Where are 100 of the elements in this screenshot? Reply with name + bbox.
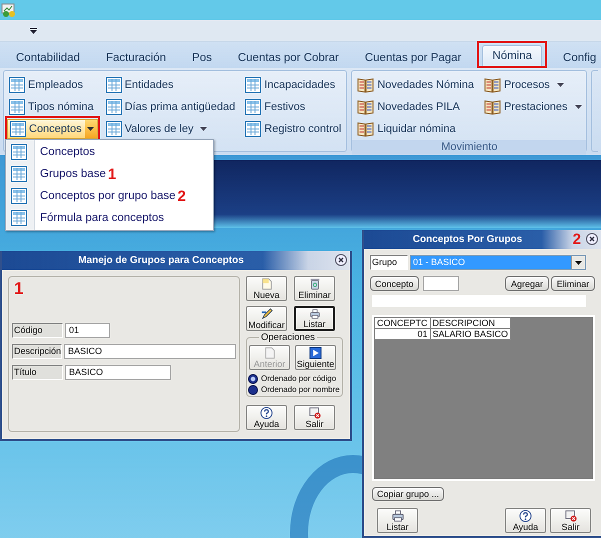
- ribbon-tab[interactable]: Facturación: [100, 47, 172, 68]
- table-icon: [11, 144, 27, 160]
- annotation-number: 2: [178, 188, 186, 204]
- dialog-button[interactable]: Ayuda: [246, 405, 287, 430]
- text-field[interactable]: 01: [65, 323, 110, 338]
- ribbon-button[interactable]: Procesos: [482, 76, 566, 94]
- printer-icon: [390, 510, 404, 522]
- field-label: Título: [12, 365, 63, 380]
- toolbar-button[interactable]: Modificar: [246, 306, 287, 331]
- annotation-number: 2: [572, 232, 581, 247]
- ribbon-tab[interactable]: Config: [558, 47, 601, 68]
- table-icon: [106, 121, 122, 137]
- ribbon-button[interactable]: Conceptos: [7, 119, 98, 139]
- ribbon-tab[interactable]: Nómina: [482, 45, 542, 66]
- radio-button[interactable]: [248, 384, 258, 394]
- book-icon: [484, 99, 501, 115]
- ribbon-tab[interactable]: Cuentas por Pagar: [360, 47, 466, 68]
- ribbon-button[interactable]: Novedades Nómina: [355, 76, 476, 94]
- field-label: Descripción: [12, 344, 62, 359]
- group-label: Movimiento: [352, 140, 586, 155]
- book-icon: [357, 121, 374, 137]
- ribbon-button[interactable]: Empleados: [7, 76, 86, 94]
- menu-item[interactable]: Conceptos: [6, 141, 213, 163]
- ribbon-button[interactable]: Días prima antigüedad: [104, 98, 238, 116]
- menu-item[interactable]: Grupos base 1: [6, 163, 213, 185]
- app-icon: [1, 3, 17, 17]
- column-header[interactable]: DESCRIPCION: [430, 318, 511, 328]
- copy-group-button[interactable]: Copiar grupo ...: [372, 487, 444, 501]
- ribbon-button[interactable]: Tipos nómina: [7, 98, 96, 116]
- concept-field[interactable]: [422, 276, 459, 291]
- ribbon-tab[interactable]: Cuentas por Cobrar: [232, 47, 344, 68]
- ribbon-button[interactable]: Incapacidades: [243, 76, 338, 94]
- help-icon: [260, 407, 273, 419]
- trash-icon: [308, 278, 320, 290]
- dialog-button[interactable]: Salir: [550, 508, 591, 533]
- page-icon: [264, 347, 276, 359]
- radio-option[interactable]: Ordenado por nombre: [248, 384, 340, 395]
- exit-icon: [308, 407, 322, 419]
- ribbon-button[interactable]: Liquidar nómina: [355, 120, 458, 138]
- concept-button[interactable]: Concepto: [370, 276, 419, 291]
- book-icon: [357, 99, 374, 115]
- column-header[interactable]: CONCEPTC: [374, 318, 430, 328]
- text-field[interactable]: BASICO: [65, 365, 171, 380]
- table-icon: [106, 77, 122, 93]
- ribbon-button[interactable]: Entidades: [104, 76, 176, 94]
- toolbar-button[interactable]: Nueva: [246, 276, 287, 301]
- table-cell: SALARIO BASICO: [430, 328, 511, 340]
- table-cell: 01: [374, 328, 430, 340]
- table-icon: [245, 77, 262, 93]
- table-icon: [11, 188, 27, 204]
- window-title: Manejo de Grupos para Conceptos: [78, 255, 244, 266]
- dialog-button[interactable]: Ayuda: [505, 508, 546, 533]
- action-button[interactable]: Eliminar: [551, 276, 595, 291]
- radio-button[interactable]: [248, 374, 258, 384]
- ribbon-button[interactable]: Registro control: [243, 120, 344, 138]
- table-icon: [11, 210, 27, 226]
- exit-icon: [564, 510, 578, 522]
- book-icon: [484, 77, 501, 93]
- toolbar-button[interactable]: Listar: [294, 306, 335, 331]
- field-label: Grupo: [370, 255, 408, 270]
- table-icon: [245, 99, 262, 115]
- close-icon[interactable]: [335, 254, 347, 266]
- ribbon-button[interactable]: Novedades PILA: [355, 98, 462, 116]
- toolbar-button[interactable]: Eliminar: [294, 276, 335, 301]
- field-label: Código: [12, 323, 63, 338]
- annotation-number: 1: [14, 280, 24, 297]
- group-box-title: Operaciones: [259, 332, 317, 343]
- menu-item[interactable]: Conceptos por grupo base 2: [6, 185, 213, 207]
- menu-item[interactable]: Fórmula para conceptos: [6, 207, 213, 229]
- ribbon-tab[interactable]: Pos: [187, 47, 217, 68]
- dialog-button[interactable]: Salir: [294, 405, 335, 430]
- table-icon: [9, 77, 25, 93]
- text-field[interactable]: BASICO: [64, 344, 236, 359]
- nav-button[interactable]: Siguiente: [295, 345, 336, 370]
- close-icon[interactable]: [586, 233, 598, 245]
- customize-arrow-icon[interactable]: [30, 28, 37, 34]
- book-icon: [357, 77, 374, 93]
- caret-icon: [574, 105, 582, 109]
- page-icon: [260, 278, 272, 290]
- caret-icon: [575, 260, 582, 264]
- action-button[interactable]: Agregar: [505, 276, 549, 291]
- pencil-icon: [260, 308, 274, 320]
- ribbon-button[interactable]: Prestaciones: [482, 98, 584, 116]
- radio-option[interactable]: Ordenado por código: [248, 373, 340, 384]
- ribbon-button[interactable]: Festivos: [243, 98, 308, 116]
- table-icon: [9, 99, 25, 115]
- caret-icon: [200, 127, 208, 131]
- dialog-button[interactable]: Listar: [377, 508, 418, 533]
- ribbon-button[interactable]: Valores de ley: [104, 120, 210, 138]
- table-icon: [106, 99, 122, 115]
- caret-icon[interactable]: [87, 127, 94, 131]
- table-icon: [11, 166, 27, 182]
- caret-icon: [556, 83, 564, 87]
- annotation-number: 1: [108, 166, 116, 182]
- table-icon: [10, 121, 26, 137]
- window-title: Conceptos Por Grupos: [412, 234, 522, 245]
- ribbon-tab[interactable]: Contabilidad: [11, 47, 85, 68]
- play-icon: [309, 347, 322, 359]
- printer-icon: [308, 309, 322, 319]
- help-icon: [519, 510, 532, 522]
